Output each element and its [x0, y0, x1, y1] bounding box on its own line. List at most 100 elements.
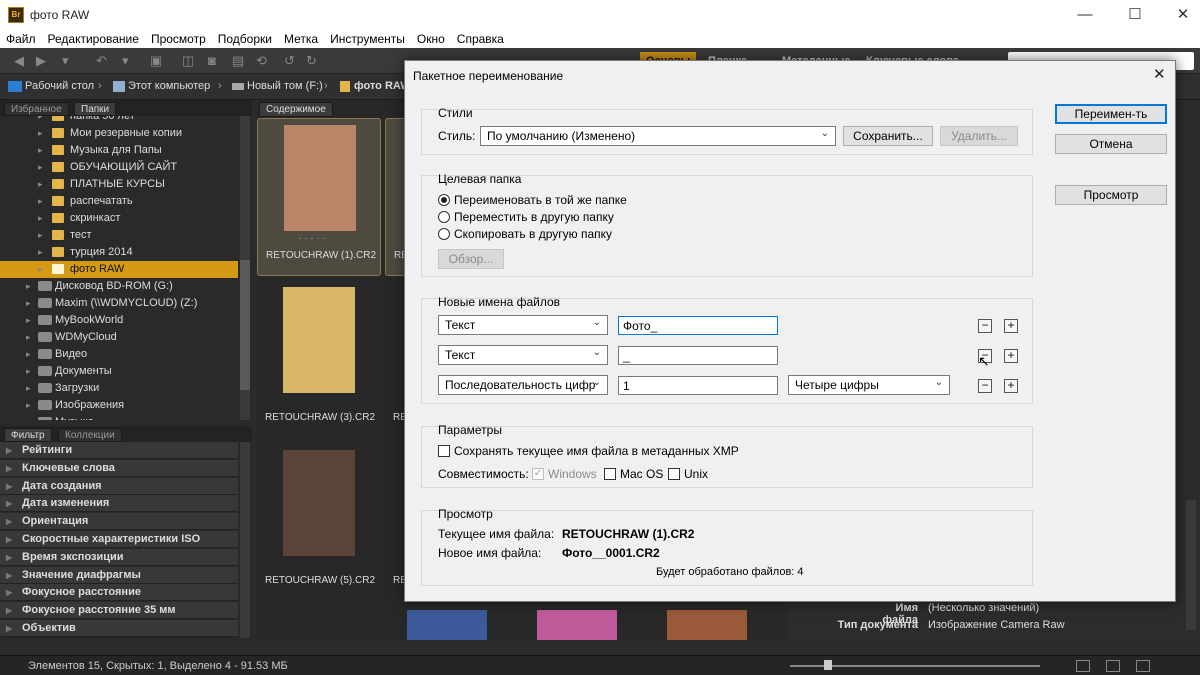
- folder-item[interactable]: ▸ тест: [0, 227, 238, 244]
- name-part-text-input[interactable]: _: [618, 346, 778, 365]
- expand-arrow-icon[interactable]: ▸: [26, 397, 31, 414]
- detail-view-icon[interactable]: [1106, 660, 1120, 672]
- folder-item[interactable]: ▸ скринкаст: [0, 210, 238, 227]
- rotate-icon[interactable]: ⟲: [256, 53, 267, 69]
- radio-dot[interactable]: [438, 211, 450, 223]
- remove-row-button[interactable]: −: [978, 319, 992, 333]
- thumbnail-image[interactable]: [284, 125, 356, 231]
- filter-category[interactable]: ▶ Значение диафрагмы: [0, 566, 238, 584]
- back-arrow-icon[interactable]: ◀: [14, 53, 24, 69]
- menu-view[interactable]: Просмотр: [145, 30, 212, 46]
- radio-dot[interactable]: [438, 228, 450, 240]
- save-style-button[interactable]: Сохранить...: [843, 126, 933, 146]
- menu-file[interactable]: Файл: [0, 30, 42, 46]
- open-camera-raw-icon[interactable]: ◙: [208, 53, 216, 69]
- preview-button[interactable]: Просмотр: [1055, 185, 1167, 205]
- checkbox-box[interactable]: ✓: [532, 468, 544, 480]
- checkbox-box[interactable]: [668, 468, 680, 480]
- breadcrumb-computer[interactable]: Этот компьютер: [128, 80, 210, 92]
- add-row-button[interactable]: +: [1004, 319, 1018, 333]
- remove-row-button[interactable]: −: [978, 379, 992, 393]
- filter-category[interactable]: ▶ Скоростные характеристики ISO: [0, 531, 238, 548]
- filter-category[interactable]: ▶ Ключевые слова: [0, 459, 238, 477]
- name-part-type-select[interactable]: Текст ⌄: [438, 315, 608, 335]
- folder-item[interactable]: ▸ Дисковод BD-ROM (G:): [0, 278, 238, 295]
- dropdown-icon[interactable]: ▾: [122, 53, 129, 69]
- compat-macos-checkbox[interactable]: Mac OS: [604, 467, 664, 482]
- name-part-text-input[interactable]: Фото_: [618, 316, 778, 335]
- breadcrumb-desktop[interactable]: Рабочий стол: [25, 80, 94, 92]
- slider-handle[interactable]: [824, 660, 832, 670]
- folder-item[interactable]: ▸ Maxim (\\WDMYCLOUD) (Z:): [0, 295, 238, 312]
- folder-item[interactable]: ▸ фото RAW: [0, 261, 238, 278]
- tab-content[interactable]: Содержимое: [259, 102, 333, 117]
- folder-item[interactable]: ▸ Загрузки: [0, 380, 238, 397]
- expand-arrow-icon[interactable]: ▶: [6, 620, 12, 637]
- expand-arrow-icon[interactable]: ▸: [26, 329, 31, 346]
- tab-folders[interactable]: Папки: [74, 102, 117, 116]
- name-part-type-select[interactable]: Текст ⌄: [438, 345, 608, 365]
- thumbnail[interactable]: · · · · · RETOUCHRAW (1).CR2: [257, 118, 381, 276]
- expand-arrow-icon[interactable]: ▶: [6, 567, 12, 584]
- filter-category[interactable]: ▶ Фокусное расстояние: [0, 584, 238, 602]
- folder-item[interactable]: ▸ ОБУЧАЮЩИЙ САЙТ: [0, 159, 238, 176]
- folder-item[interactable]: ▸ Документы: [0, 363, 238, 380]
- grid-view-icon[interactable]: [1076, 660, 1090, 672]
- folder-item[interactable]: ▸ Мои резервные копии: [0, 125, 238, 142]
- add-row-button[interactable]: +: [1004, 379, 1018, 393]
- folder-item[interactable]: ▸ папка 50 лет: [0, 116, 238, 125]
- filter-category[interactable]: ▶ Объектив: [0, 620, 238, 637]
- expand-arrow-icon[interactable]: ▸: [38, 210, 43, 227]
- breadcrumb-drive[interactable]: Новый том (F:): [247, 80, 323, 92]
- expand-arrow-icon[interactable]: ▶: [6, 602, 12, 619]
- expand-arrow-icon[interactable]: ▶: [6, 460, 12, 477]
- folder-item[interactable]: ▸ Видео: [0, 346, 238, 363]
- rotate-left-icon[interactable]: ↺: [284, 53, 295, 69]
- folder-item[interactable]: ▸ турция 2014: [0, 244, 238, 261]
- radio-rename-same-folder[interactable]: Переименовать в той же папке: [438, 193, 738, 208]
- name-part-type-select[interactable]: Последовательность цифр ⌄: [438, 375, 608, 395]
- expand-arrow-icon[interactable]: ▸: [38, 261, 43, 278]
- style-select[interactable]: По умолчанию (Изменено) ⌄: [480, 126, 836, 146]
- digits-select[interactable]: Четыре цифры ⌄: [788, 375, 950, 395]
- folder-item[interactable]: ▸ WDMyCloud: [0, 329, 238, 346]
- radio-dot[interactable]: [438, 194, 450, 206]
- menu-help[interactable]: Справка: [451, 30, 510, 46]
- output-icon[interactable]: ▤: [232, 53, 244, 69]
- thumbnail-image[interactable]: [283, 287, 355, 393]
- folder-item[interactable]: ▸ MyBookWorld: [0, 312, 238, 329]
- expand-arrow-icon[interactable]: ▸: [38, 159, 43, 176]
- filter-category[interactable]: ▶ Ориентация: [0, 513, 238, 531]
- expand-arrow-icon[interactable]: ▸: [38, 227, 43, 244]
- compat-windows-checkbox[interactable]: ✓ Windows: [532, 467, 600, 482]
- close-icon[interactable]: ✕: [1153, 65, 1166, 83]
- thumbnail[interactable]: RETOUCHRAW (5).CR2: [257, 444, 381, 602]
- expand-arrow-icon[interactable]: ▸: [26, 295, 31, 312]
- checkbox-box[interactable]: [438, 445, 450, 457]
- thumbnail-image[interactable]: [283, 450, 355, 556]
- menu-stacks[interactable]: Подборки: [212, 30, 278, 46]
- compat-unix-checkbox[interactable]: Unix: [668, 467, 714, 482]
- expand-arrow-icon[interactable]: ▸: [38, 244, 43, 261]
- menu-window[interactable]: Окно: [411, 30, 451, 46]
- expand-arrow-icon[interactable]: ▸: [38, 176, 43, 193]
- refine-icon[interactable]: ◫: [182, 53, 194, 69]
- filter-category[interactable]: ▶ Фокусное расстояние 35 мм: [0, 602, 238, 620]
- expand-arrow-icon[interactable]: ▶: [6, 478, 12, 495]
- menu-tools[interactable]: Инструменты: [324, 30, 411, 46]
- minimize-button[interactable]: —: [1070, 4, 1100, 26]
- tab-favorites[interactable]: Избранное: [4, 102, 69, 116]
- filter-scrollbar[interactable]: [240, 442, 250, 638]
- keep-filename-xmp-checkbox[interactable]: Сохранять текущее имя файла в метаданных…: [438, 444, 768, 459]
- expand-arrow-icon[interactable]: ▸: [38, 193, 43, 210]
- menu-label[interactable]: Метка: [278, 30, 324, 46]
- filter-category[interactable]: ▶ Время экспозиции: [0, 548, 238, 566]
- cancel-button[interactable]: Отмена: [1055, 134, 1167, 154]
- radio-move-folder[interactable]: Переместить в другую папку: [438, 210, 738, 225]
- forward-arrow-icon[interactable]: ▶: [36, 53, 46, 69]
- expand-arrow-icon[interactable]: ▶: [6, 584, 12, 601]
- menu-edit[interactable]: Редактирование: [42, 30, 145, 46]
- filter-category[interactable]: ▶ Дата изменения: [0, 495, 238, 513]
- expand-arrow-icon[interactable]: ▸: [26, 278, 31, 295]
- folder-item[interactable]: ▸ Музыка для Папы: [0, 142, 238, 159]
